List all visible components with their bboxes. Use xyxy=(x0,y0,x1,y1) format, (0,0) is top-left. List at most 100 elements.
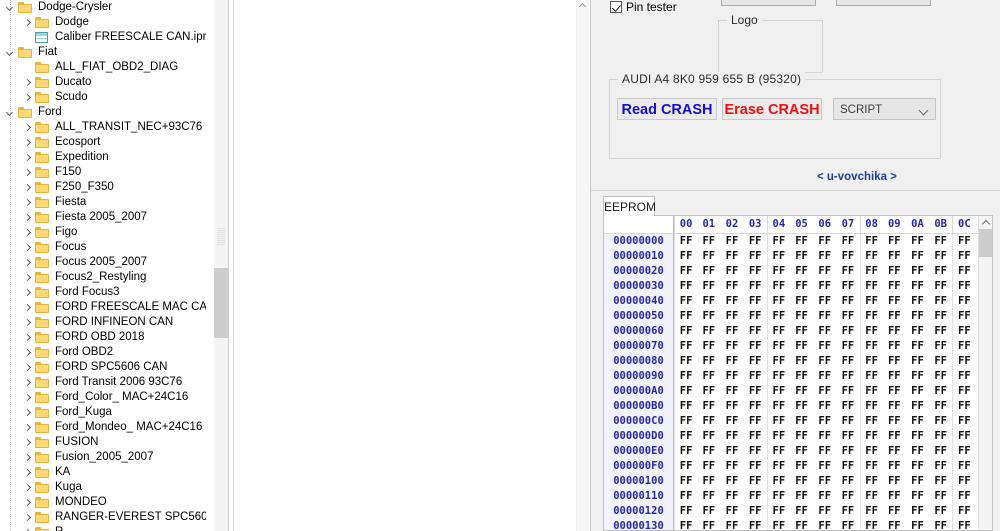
hex-row[interactable]: 000000A0FFFFFFFFFFFFFFFFFFFFFFFFFFFFFFFF xyxy=(604,384,992,399)
hex-row[interactable]: 00000050FFFFFFFFFFFFFFFFFFFFFFFFFFFFFFFF xyxy=(604,309,992,324)
tree-item[interactable]: Focus xyxy=(0,240,206,255)
hex-byte-cell[interactable]: FF xyxy=(906,339,929,354)
hex-byte-cell[interactable]: FF xyxy=(720,249,743,264)
hex-byte-cell[interactable]: FF xyxy=(929,279,952,294)
hex-byte-cell[interactable]: FF xyxy=(859,339,883,354)
chevron-right-icon[interactable] xyxy=(21,390,34,405)
hex-byte-cell[interactable]: FF xyxy=(674,504,697,519)
chevron-right-icon[interactable] xyxy=(21,480,34,495)
tree-item[interactable]: KA xyxy=(0,465,206,480)
hex-byte-cell[interactable]: FF xyxy=(952,459,975,474)
tree-item[interactable]: MONDEO xyxy=(0,495,206,510)
hex-byte-cell[interactable]: FF xyxy=(697,474,720,489)
hex-byte-cell[interactable]: FF xyxy=(836,369,859,384)
hex-byte-cell[interactable]: FF xyxy=(836,294,859,309)
hex-byte-cell[interactable]: FF xyxy=(952,429,975,444)
hex-byte-cell[interactable]: FF xyxy=(766,489,790,504)
hex-byte-cell[interactable]: FF xyxy=(836,414,859,429)
hex-byte-cell[interactable]: FF xyxy=(790,324,813,339)
hex-byte-cell[interactable]: FF xyxy=(929,489,952,504)
hex-byte-cell[interactable]: FF xyxy=(906,474,929,489)
hex-byte-cell[interactable]: FF xyxy=(744,519,767,530)
hex-byte-cell[interactable]: FF xyxy=(883,504,906,519)
hex-byte-cell[interactable]: FF xyxy=(766,519,790,530)
hex-byte-cell[interactable]: FF xyxy=(790,264,813,279)
hex-byte-cell[interactable]: FF xyxy=(952,264,975,279)
tree-item[interactable]: F150 xyxy=(0,165,206,180)
hex-byte-cell[interactable]: FF xyxy=(952,504,975,519)
hex-byte-cell[interactable]: FF xyxy=(929,504,952,519)
hex-byte-cell[interactable]: FF xyxy=(883,294,906,309)
chevron-right-icon[interactable] xyxy=(21,405,34,420)
tree-item[interactable]: Ducato xyxy=(0,75,206,90)
hex-byte-cell[interactable]: FF xyxy=(744,294,767,309)
hex-byte-cell[interactable]: FF xyxy=(766,339,790,354)
read-crash-button[interactable]: Read CRASH xyxy=(617,98,717,120)
hex-byte-cell[interactable]: FF xyxy=(674,309,697,324)
hex-byte-cell[interactable]: FF xyxy=(836,504,859,519)
chevron-down-icon[interactable] xyxy=(4,105,17,120)
chevron-right-icon[interactable] xyxy=(21,90,34,105)
chevron-right-icon[interactable] xyxy=(21,75,34,90)
chevron-right-icon[interactable] xyxy=(21,255,34,270)
tree-item[interactable]: Ecosport xyxy=(0,135,206,150)
hex-byte-cell[interactable]: FF xyxy=(859,249,883,264)
hex-byte-cell[interactable]: FF xyxy=(859,519,883,530)
hex-byte-cell[interactable]: FF xyxy=(790,234,813,249)
hex-byte-cell[interactable]: FF xyxy=(674,474,697,489)
hex-byte-cell[interactable]: FF xyxy=(836,429,859,444)
hex-byte-cell[interactable]: FF xyxy=(744,399,767,414)
hex-byte-cell[interactable]: FF xyxy=(744,459,767,474)
chevron-up-icon[interactable] xyxy=(979,216,992,229)
hex-byte-cell[interactable]: FF xyxy=(952,234,975,249)
hex-byte-cell[interactable]: FF xyxy=(720,309,743,324)
hex-byte-cell[interactable]: FF xyxy=(836,249,859,264)
hex-byte-cell[interactable]: FF xyxy=(952,414,975,429)
hex-byte-cell[interactable]: FF xyxy=(929,354,952,369)
hex-byte-cell[interactable]: FF xyxy=(790,399,813,414)
chevron-right-icon[interactable] xyxy=(21,210,34,225)
hex-byte-cell[interactable]: FF xyxy=(674,324,697,339)
hex-row[interactable]: 00000090FFFFFFFFFFFFFFFFFFFFFFFFFFFFFFFF xyxy=(604,369,992,384)
chevron-right-icon[interactable] xyxy=(21,315,34,330)
hex-byte-cell[interactable]: FF xyxy=(766,414,790,429)
hex-byte-cell[interactable]: FF xyxy=(929,309,952,324)
hex-byte-cell[interactable]: FF xyxy=(766,474,790,489)
hex-byte-cell[interactable]: FF xyxy=(859,369,883,384)
tree-item[interactable]: RANGER-EVEREST SPC5606S xyxy=(0,510,206,525)
hex-byte-cell[interactable]: FF xyxy=(790,504,813,519)
hex-byte-cell[interactable]: FF xyxy=(952,339,975,354)
chevron-right-icon[interactable] xyxy=(21,120,34,135)
hex-row[interactable]: 00000000FFFFFFFFFFFFFFFFFFFFFFFFFFFFFFFF xyxy=(604,234,992,249)
hex-byte-cell[interactable]: FF xyxy=(836,384,859,399)
hex-byte-cell[interactable]: FF xyxy=(720,264,743,279)
hex-byte-cell[interactable]: FF xyxy=(766,399,790,414)
hex-byte-cell[interactable]: FF xyxy=(674,414,697,429)
hex-byte-cell[interactable]: FF xyxy=(883,249,906,264)
hex-byte-cell[interactable]: FF xyxy=(813,339,836,354)
hex-byte-cell[interactable]: FF xyxy=(906,249,929,264)
hex-row[interactable]: 00000110FFFFFFFFFFFFFFFFFFFFFFFFFFFFFFFF xyxy=(604,489,992,504)
hex-byte-cell[interactable]: FF xyxy=(813,444,836,459)
hex-byte-cell[interactable]: FF xyxy=(790,429,813,444)
hex-byte-cell[interactable]: FF xyxy=(697,429,720,444)
hex-byte-cell[interactable]: FF xyxy=(906,399,929,414)
hex-byte-cell[interactable]: FF xyxy=(813,504,836,519)
hex-row[interactable]: 00000040FFFFFFFFFFFFFFFFFFFFFFFFFFFFFFFF xyxy=(604,294,992,309)
hex-byte-cell[interactable]: FF xyxy=(859,234,883,249)
hex-byte-cell[interactable]: FF xyxy=(883,399,906,414)
chevron-right-icon[interactable] xyxy=(21,450,34,465)
hex-byte-cell[interactable]: FF xyxy=(813,249,836,264)
hex-byte-cell[interactable]: FF xyxy=(766,459,790,474)
hex-byte-cell[interactable]: FF xyxy=(697,414,720,429)
pin-tester-checkbox-row[interactable]: Pin tester xyxy=(610,0,677,14)
hex-byte-cell[interactable]: FF xyxy=(836,354,859,369)
hex-byte-cell[interactable]: FF xyxy=(929,369,952,384)
hex-byte-cell[interactable]: FF xyxy=(697,444,720,459)
hex-byte-cell[interactable]: FF xyxy=(813,324,836,339)
hex-byte-cell[interactable]: FF xyxy=(813,429,836,444)
chevron-right-icon[interactable] xyxy=(21,285,34,300)
hex-byte-cell[interactable]: FF xyxy=(674,384,697,399)
hex-byte-cell[interactable]: FF xyxy=(720,459,743,474)
hex-byte-cell[interactable]: FF xyxy=(744,339,767,354)
